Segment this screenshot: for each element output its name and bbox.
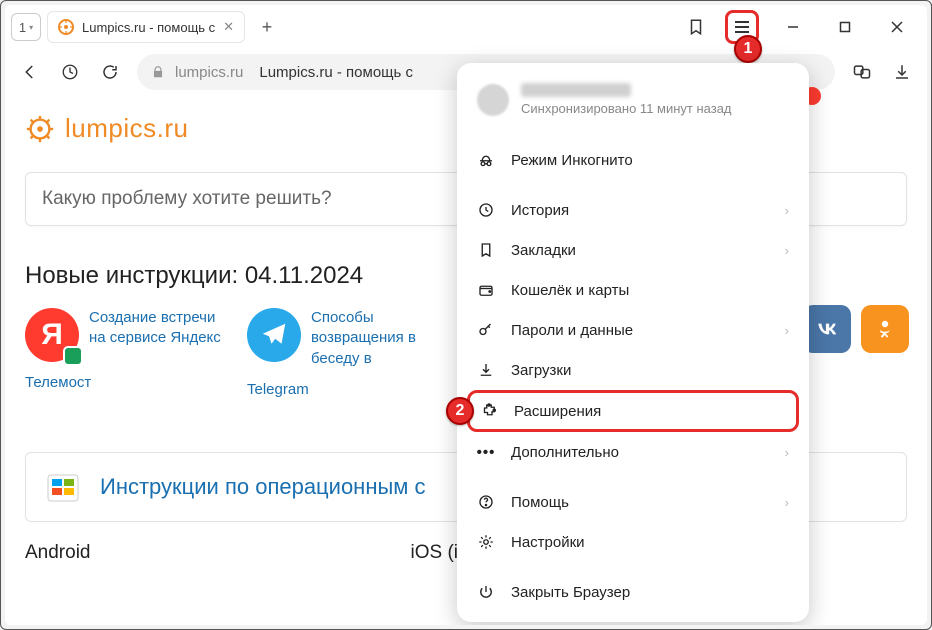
download-icon (477, 361, 495, 379)
help-icon (477, 493, 495, 511)
lock-icon (151, 65, 165, 79)
menu-extensions[interactable]: 2 Расширения (467, 390, 799, 432)
chevron-right-icon: › (785, 203, 789, 218)
article-card-2[interactable]: Способы возвращения в беседу в Telegram (247, 308, 447, 398)
tab-title: Lumpics.ru - помощь с (82, 20, 215, 35)
avatar (477, 84, 509, 116)
lumpics-favicon (58, 19, 74, 35)
os-instructions-text: Инструкции по операционным с (100, 474, 426, 500)
telemost-badge-icon (63, 346, 83, 366)
article-1-sub: Телемост (25, 374, 91, 391)
menu-incognito[interactable]: Режим Инкогнито (457, 140, 809, 180)
account-name-blurred (521, 83, 631, 97)
bookmarks-panel-icon[interactable] (683, 14, 709, 40)
main-menu-dropdown: Синхронизировано 11 минут назад Режим Ин… (457, 63, 809, 622)
tab-bar: 1 Lumpics.ru - помощь с ✕ + 1 (5, 5, 927, 49)
tab-counter[interactable]: 1 (11, 13, 41, 41)
article-card-1[interactable]: Я Создание встречи на сервисе Яндекс Тел… (25, 308, 225, 398)
sync-status: Синхронизировано 11 минут назад (521, 101, 732, 116)
lumpics-logo-text: lumpics.ru (65, 113, 188, 144)
translate-icon[interactable] (849, 59, 875, 85)
yandex-icon: Я (25, 308, 79, 362)
history-icon (477, 201, 495, 219)
menu-downloads[interactable]: Загрузки (457, 350, 809, 390)
key-icon (477, 321, 495, 339)
platform-android[interactable]: Android (25, 542, 91, 564)
chevron-right-icon: › (785, 323, 789, 338)
menu-history[interactable]: История › (457, 190, 809, 230)
new-tab-button[interactable]: + (253, 13, 281, 41)
maximize-button[interactable] (827, 13, 863, 41)
callout-badge-1: 1 (734, 35, 762, 63)
incognito-icon (477, 151, 495, 169)
tab-close-icon[interactable]: ✕ (223, 19, 234, 35)
menu-help[interactable]: Помощь › (457, 482, 809, 522)
omnibox-title: Lumpics.ru - помощь с (259, 64, 413, 81)
ok-share-button[interactable] (861, 305, 909, 353)
extensions-icon (480, 402, 498, 420)
article-1-title: Создание встречи на сервисе Яндекс (89, 308, 225, 362)
wallet-icon (477, 281, 495, 299)
os-cube-icon (44, 467, 84, 507)
chevron-right-icon: › (785, 495, 789, 510)
telegram-icon (247, 308, 301, 362)
chevron-right-icon: › (785, 445, 789, 460)
menu-close-browser[interactable]: Закрыть Браузер (457, 572, 809, 612)
chevron-right-icon: › (785, 243, 789, 258)
power-icon (477, 583, 495, 601)
menu-settings[interactable]: Настройки (457, 522, 809, 562)
vk-share-button[interactable] (803, 305, 851, 353)
menu-more[interactable]: ••• Дополнительно › (457, 432, 809, 472)
account-section[interactable]: Синхронизировано 11 минут назад (457, 77, 809, 130)
omnibox-domain: lumpics.ru (175, 64, 243, 81)
menu-wallet[interactable]: Кошелёк и карты (457, 270, 809, 310)
menu-bookmarks[interactable]: Закладки › (457, 230, 809, 270)
article-2-sub: Telegram (247, 381, 309, 398)
close-window-button[interactable] (879, 13, 915, 41)
share-buttons (803, 305, 909, 353)
reload-button[interactable] (97, 59, 123, 85)
bookmarks-icon (477, 241, 495, 259)
lumpics-logo-icon (25, 114, 55, 144)
article-2-title: Способы возвращения в беседу в (311, 308, 447, 369)
yandex-home-icon[interactable] (57, 59, 83, 85)
gear-icon (477, 533, 495, 551)
tab-active[interactable]: Lumpics.ru - помощь с ✕ (47, 11, 245, 43)
main-menu-button[interactable]: 1 (725, 10, 759, 44)
more-icon: ••• (477, 443, 495, 461)
menu-passwords[interactable]: Пароли и данные › (457, 310, 809, 350)
back-button[interactable] (17, 59, 43, 85)
callout-badge-2: 2 (446, 397, 474, 425)
download-icon[interactable] (889, 59, 915, 85)
minimize-button[interactable] (775, 13, 811, 41)
